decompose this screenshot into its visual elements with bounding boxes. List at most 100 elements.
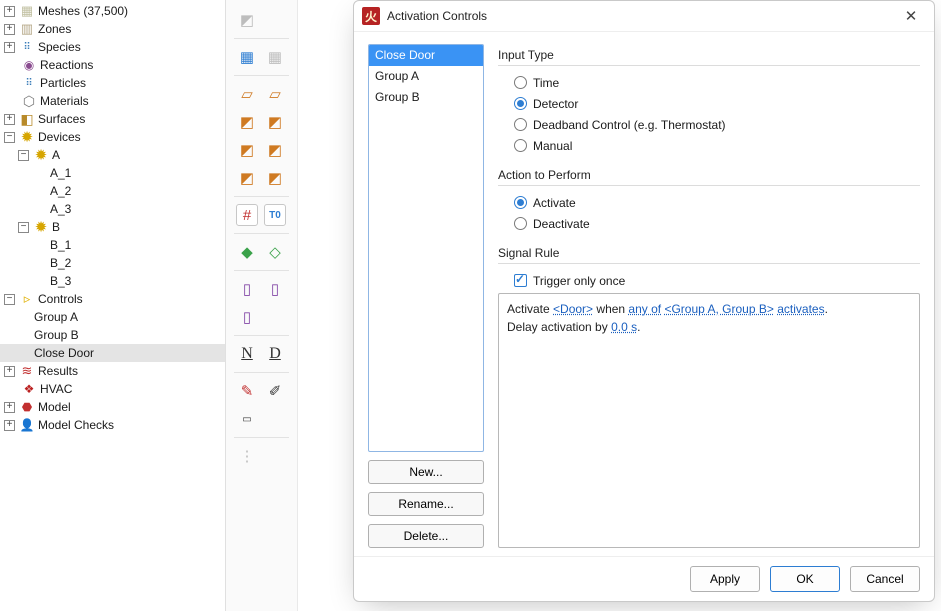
tool-dropper-icon[interactable]: ✐: [264, 380, 286, 402]
radio-icon[interactable]: [514, 217, 527, 230]
tree-item-leaf[interactable]: Group A: [0, 308, 225, 326]
new-button[interactable]: New...: [368, 460, 484, 484]
tool-t0-icon[interactable]: T0: [264, 204, 286, 226]
list-item[interactable]: Close Door: [369, 45, 483, 66]
nav-tree[interactable]: +▦Meshes (37,500) +▥Zones +⠿Species ◉Rea…: [0, 0, 226, 611]
expand-icon[interactable]: +: [4, 6, 15, 17]
close-button[interactable]: ✕: [896, 4, 926, 28]
radio-icon[interactable]: [514, 196, 527, 209]
tree-item-leaf[interactable]: B_2: [0, 254, 225, 272]
tree-item-hvac[interactable]: ❖HVAC: [0, 380, 225, 398]
controls-icon: ▹: [19, 291, 35, 307]
expand-icon[interactable]: +: [4, 114, 15, 125]
tool-icon[interactable]: ✎: [236, 380, 258, 402]
expand-icon[interactable]: +: [4, 366, 15, 377]
option-detector[interactable]: Detector: [498, 93, 920, 114]
tool-icon[interactable]: ◩: [236, 139, 258, 161]
apply-button[interactable]: Apply: [690, 566, 760, 592]
collapse-icon[interactable]: −: [18, 222, 29, 233]
tree-item-leaf[interactable]: A_1: [0, 164, 225, 182]
tool-icon[interactable]: ▦: [264, 46, 286, 68]
list-item[interactable]: Group B: [369, 87, 483, 108]
tree-item-particles[interactable]: ⠿Particles: [0, 74, 225, 92]
option-deactivate[interactable]: Deactivate: [498, 213, 920, 234]
tree-item-surfaces[interactable]: +◧Surfaces: [0, 110, 225, 128]
tool-icon[interactable]: ◩: [236, 167, 258, 189]
tool-icon[interactable]: ◩: [236, 9, 258, 31]
tree-item-results[interactable]: +≋Results: [0, 362, 225, 380]
expand-icon[interactable]: +: [4, 42, 15, 53]
tree-item-model[interactable]: +⬣Model: [0, 398, 225, 416]
rename-button[interactable]: Rename...: [368, 492, 484, 516]
tool-icon[interactable]: ▯: [236, 306, 258, 328]
collapse-icon[interactable]: −: [4, 294, 15, 305]
tree-item-close-door[interactable]: Close Door: [0, 344, 225, 362]
tree-item-leaf[interactable]: B_1: [0, 236, 225, 254]
species-icon: ⠿: [19, 39, 35, 55]
group-signal-title: Signal Rule: [498, 246, 920, 264]
tool-icon[interactable]: ◇: [264, 241, 286, 263]
tree-item-reactions[interactable]: ◉Reactions: [0, 56, 225, 74]
tool-icon[interactable]: ◩: [264, 111, 286, 133]
radio-icon[interactable]: [514, 118, 527, 131]
tool-icon[interactable]: ⋮: [236, 445, 258, 467]
tree-item-leaf[interactable]: A_2: [0, 182, 225, 200]
option-label: Deactivate: [533, 217, 590, 231]
tree-label: Close Door: [34, 346, 94, 360]
rule-group-link[interactable]: <Group A, Group B>: [664, 302, 773, 316]
delete-button[interactable]: Delete...: [368, 524, 484, 548]
checkbox-icon[interactable]: [514, 274, 527, 287]
controls-listbox[interactable]: Close Door Group A Group B: [368, 44, 484, 452]
tool-d-icon[interactable]: D: [264, 343, 286, 365]
collapse-icon[interactable]: −: [4, 132, 15, 143]
ok-button[interactable]: OK: [770, 566, 840, 592]
tree-item-device-a[interactable]: −✹A: [0, 146, 225, 164]
tree-item-devices[interactable]: −✹Devices: [0, 128, 225, 146]
option-trigger-once[interactable]: Trigger only once: [498, 270, 920, 291]
tree-item-leaf[interactable]: Group B: [0, 326, 225, 344]
tool-ruler-icon[interactable]: ▭: [236, 408, 258, 430]
rule-anyof-link[interactable]: any of: [628, 302, 661, 316]
tool-icon[interactable]: ◩: [236, 111, 258, 133]
option-activate[interactable]: Activate: [498, 192, 920, 213]
expand-icon[interactable]: +: [4, 24, 15, 35]
tree-item-leaf[interactable]: A_3: [0, 200, 225, 218]
tool-icon[interactable]: ▯: [236, 278, 258, 300]
radio-icon[interactable]: [514, 76, 527, 89]
tool-icon[interactable]: ◩: [264, 139, 286, 161]
tool-n-icon[interactable]: N: [236, 343, 258, 365]
tree-item-species[interactable]: +⠿Species: [0, 38, 225, 56]
tool-icon[interactable]: ▱: [236, 83, 258, 105]
expand-icon[interactable]: +: [4, 420, 15, 431]
app-icon: 火: [362, 7, 380, 25]
collapse-icon[interactable]: −: [18, 150, 29, 161]
tree-item-meshes[interactable]: +▦Meshes (37,500): [0, 2, 225, 20]
rule-door-link[interactable]: <Door>: [553, 302, 593, 316]
surfaces-icon: ◧: [19, 111, 35, 127]
tree-item-controls[interactable]: −▹Controls: [0, 290, 225, 308]
tool-icon[interactable]: ◆: [236, 241, 258, 263]
tree-item-model-checks[interactable]: +👤Model Checks: [0, 416, 225, 434]
list-item[interactable]: Group A: [369, 66, 483, 87]
expand-icon[interactable]: +: [4, 402, 15, 413]
rule-activates-link[interactable]: activates: [777, 302, 824, 316]
option-time[interactable]: Time: [498, 72, 920, 93]
tree-item-zones[interactable]: +▥Zones: [0, 20, 225, 38]
dialog-titlebar[interactable]: 火 Activation Controls ✕: [354, 1, 934, 32]
dialog-title: Activation Controls: [387, 9, 487, 23]
tree-item-materials[interactable]: ⬡Materials: [0, 92, 225, 110]
option-label: Manual: [533, 139, 572, 153]
option-deadband[interactable]: Deadband Control (e.g. Thermostat): [498, 114, 920, 135]
option-manual[interactable]: Manual: [498, 135, 920, 156]
tool-icon[interactable]: #: [236, 204, 258, 226]
radio-icon[interactable]: [514, 139, 527, 152]
tree-item-device-b[interactable]: −✹B: [0, 218, 225, 236]
tool-icon[interactable]: ▱: [264, 83, 286, 105]
rule-delay-link[interactable]: 0.0 s: [611, 320, 637, 334]
tool-icon[interactable]: ▦: [236, 46, 258, 68]
radio-icon[interactable]: [514, 97, 527, 110]
tool-icon[interactable]: ▯: [264, 278, 286, 300]
tool-icon[interactable]: ◩: [264, 167, 286, 189]
tree-item-leaf[interactable]: B_3: [0, 272, 225, 290]
cancel-button[interactable]: Cancel: [850, 566, 920, 592]
